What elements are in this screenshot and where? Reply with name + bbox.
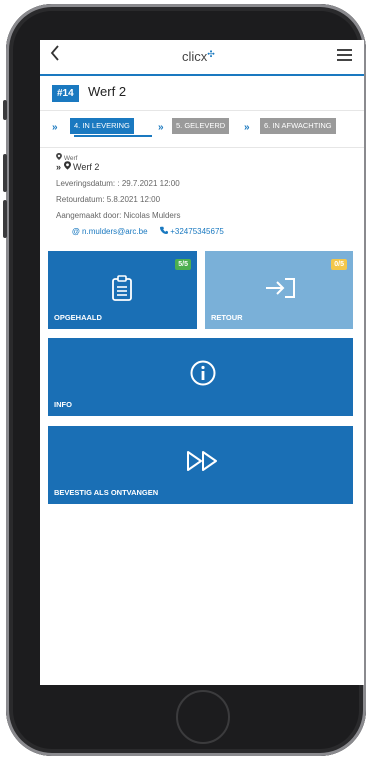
home-button[interactable] (176, 690, 230, 744)
location-name: Werf 2 (73, 162, 100, 172)
chevron-left-icon[interactable] (50, 45, 60, 66)
aangemaakt-door: Aangemaakt door: Nicolas Mulders (56, 211, 181, 220)
retour-label: RETOUR (211, 313, 243, 322)
map-pin-icon (63, 161, 71, 170)
info-label: INFO (54, 400, 72, 409)
info-circle-icon (190, 360, 216, 391)
volume-down-button (3, 200, 7, 238)
retour-tile[interactable]: 0/5 RETOUR (205, 251, 353, 329)
step-in-levering[interactable]: 4. IN LEVERING (70, 118, 134, 134)
logo-mark: ✣ (207, 49, 215, 59)
mute-switch (3, 100, 7, 120)
logo-text: clicx (182, 49, 208, 64)
phone-link[interactable]: +32475345675 (170, 227, 224, 236)
clipboard-list-icon (111, 275, 133, 306)
step-geleverd[interactable]: 5. GELEVERD (172, 118, 230, 134)
chevron-double-right-icon: » (244, 122, 250, 133)
email-link[interactable]: n.mulders@arc.be (82, 227, 147, 236)
page-header: #14 Werf 2 (40, 78, 364, 111)
map-pin-icon (56, 153, 62, 160)
fast-forward-icon (186, 450, 220, 477)
opgehaald-label: OPGEHAALD (54, 313, 102, 322)
location-row: » Werf 2 (56, 161, 99, 172)
retour-count-badge: 0/5 (331, 259, 347, 270)
bevestig-tile[interactable]: BEVESTIG ALS ONTVANGEN (48, 426, 353, 504)
opgehaald-count-badge: 5/5 (175, 259, 191, 270)
active-step-indicator (74, 135, 152, 137)
chevron-double-right-icon: » (56, 162, 62, 172)
step-in-afwachting[interactable]: 6. IN AFWACHTING (260, 118, 336, 134)
opgehaald-tile[interactable]: 5/5 OPGEHAALD (48, 251, 197, 329)
contact-row: @ n.mulders@arc.be +32475345675 (72, 226, 224, 236)
sign-in-arrow-icon (263, 277, 297, 304)
page-title: Werf 2 (88, 84, 127, 99)
info-tile[interactable]: INFO (48, 338, 353, 416)
app-logo: clicx✣ (182, 49, 215, 64)
top-bar: clicx✣ (40, 40, 364, 76)
at-icon: @ (72, 227, 80, 236)
phone-icon (160, 226, 168, 234)
bevestig-label: BEVESTIG ALS ONTVANGEN (54, 488, 159, 497)
status-steps: » 4. IN LEVERING » 5. GELEVERD » 6. IN A… (40, 111, 364, 148)
retourdatum: Retourdatum: 5.8.2021 12:00 (56, 195, 161, 204)
chevron-double-right-icon: » (158, 122, 164, 133)
app-screen: clicx✣ #14 Werf 2 » 4. IN LEVERING » 5. … (40, 40, 364, 685)
leveringsdatum: Leveringsdatum: : 29.7.2021 12:00 (56, 179, 180, 188)
volume-up-button (3, 154, 7, 192)
id-badge: #14 (52, 85, 79, 102)
hamburger-icon[interactable] (337, 49, 352, 61)
chevron-double-right-icon: » (52, 122, 58, 133)
